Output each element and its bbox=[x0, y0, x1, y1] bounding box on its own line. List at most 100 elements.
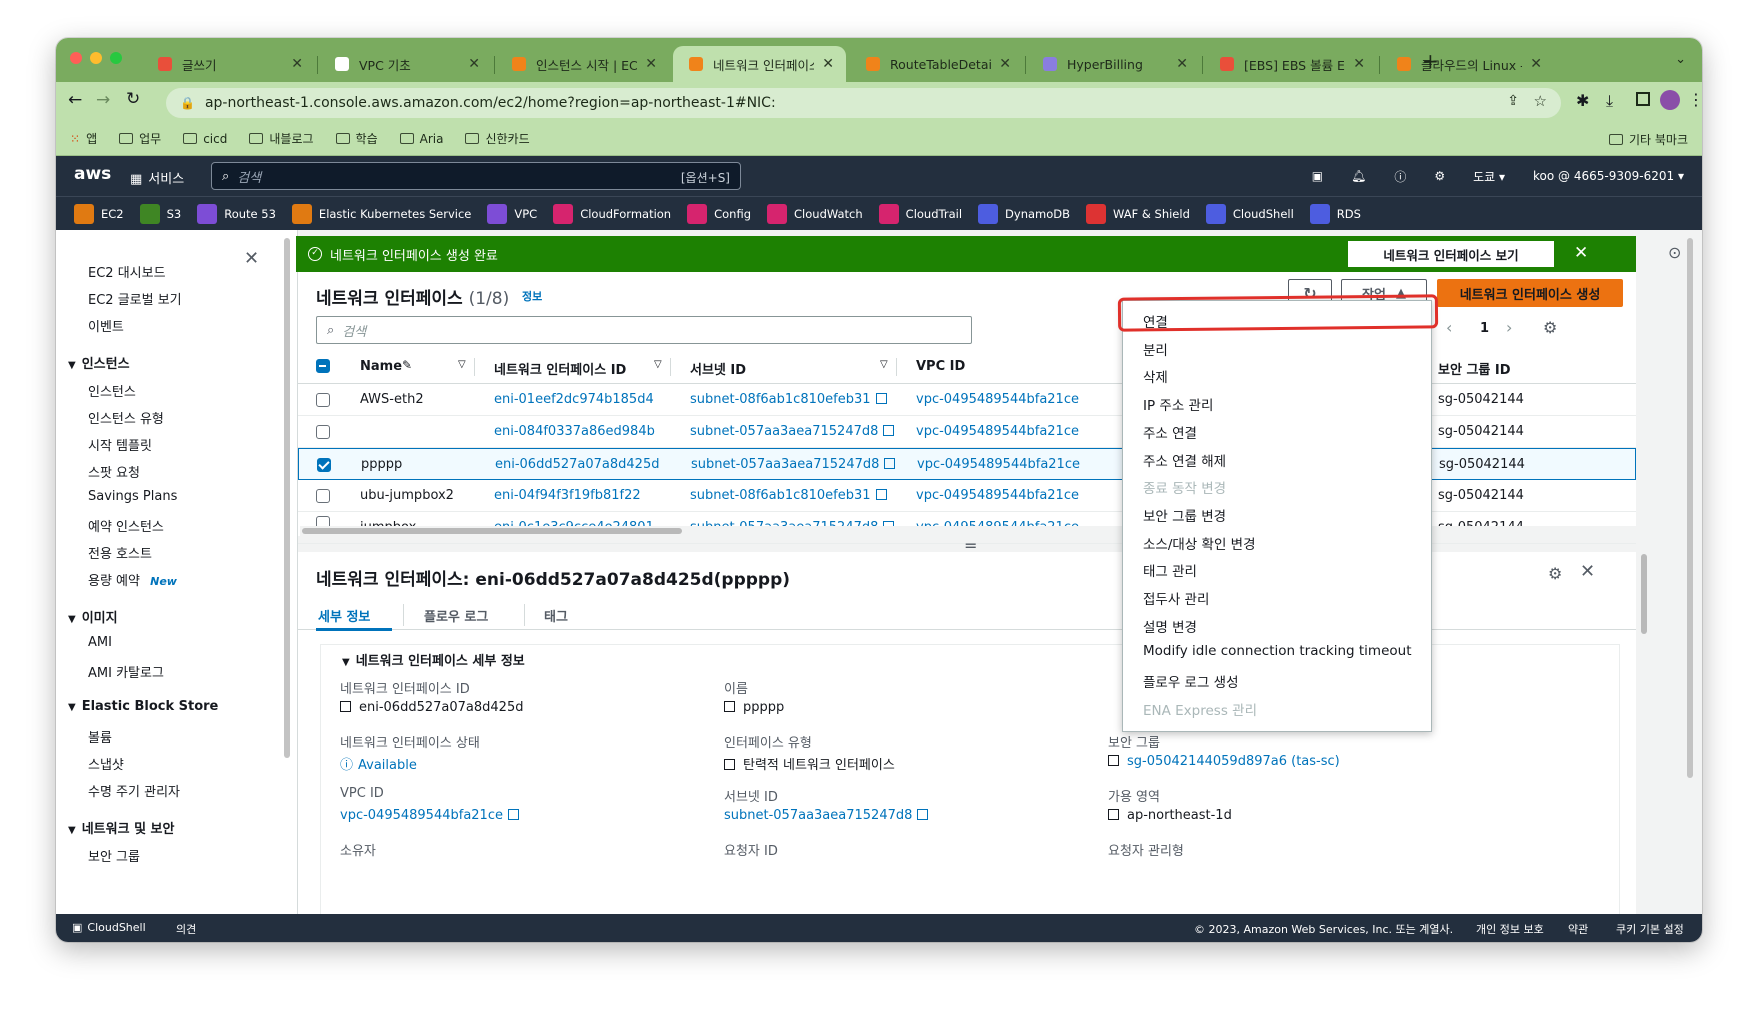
col-eni-id[interactable]: 네트워크 인터페이스 ID bbox=[494, 359, 626, 378]
browser-tab[interactable]: RouteTableDetails | ✕ bbox=[850, 46, 1023, 82]
browser-tab[interactable]: 클라우드의 Linux - A✕ bbox=[1381, 46, 1554, 82]
row-eni-link[interactable]: eni-06dd527a07a8d425d bbox=[495, 457, 659, 472]
info-link[interactable]: 정보 bbox=[522, 288, 542, 304]
service-shortcut[interactable]: Elastic Kubernetes Service bbox=[291, 203, 471, 224]
column-divider[interactable] bbox=[474, 358, 475, 376]
sidebar-item[interactable]: 볼륨 bbox=[88, 727, 112, 746]
sidebar-scrollbar[interactable] bbox=[284, 238, 290, 758]
tab-flow-logs[interactable]: 플로우 로그 bbox=[424, 606, 488, 625]
service-shortcut[interactable]: CloudFormation bbox=[553, 203, 671, 224]
detail-scroll-thumb[interactable] bbox=[1641, 554, 1647, 634]
actions-menu-item[interactable]: 보안 그룹 변경 bbox=[1143, 505, 1226, 525]
actions-menu-item[interactable]: 주소 연결 해제 bbox=[1143, 450, 1226, 470]
actions-menu-item[interactable]: 소스/대상 확인 변경 bbox=[1143, 533, 1256, 553]
sidebar-item[interactable]: 인스턴스 유형 bbox=[88, 408, 164, 427]
row-vpc-link[interactable]: vpc-0495489544bfa21ce bbox=[916, 424, 1079, 439]
sidebar-item[interactable]: 전용 호스트 bbox=[88, 543, 152, 562]
download-icon[interactable]: ⤓ bbox=[1606, 91, 1613, 111]
col-vpc-id[interactable]: VPC ID bbox=[916, 359, 965, 374]
browser-tab[interactable]: [EBS] EBS 볼륨 EC2 ✕ bbox=[1204, 46, 1377, 82]
table-row[interactable]: AWS-eth2 eni-01eef2dc974b185d4 subnet-08f6… bbox=[298, 384, 1636, 416]
tab-list-chevron-icon[interactable]: ⌄ bbox=[1675, 52, 1686, 67]
row-eni-link[interactable]: eni-084f0337a86ed984b bbox=[494, 424, 655, 439]
sidebar-section[interactable]: ▼ 인스턴스 bbox=[68, 353, 130, 372]
actions-menu-item[interactable]: 태그 관리 bbox=[1143, 560, 1197, 580]
actions-menu-item[interactable]: 설명 변경 bbox=[1143, 616, 1197, 636]
actions-menu-item[interactable]: Modify idle connection tracking timeout bbox=[1143, 643, 1412, 659]
actions-menu-item[interactable]: 플로우 로그 생성 bbox=[1143, 671, 1239, 691]
bookmark-item[interactable]: 업무 bbox=[119, 130, 161, 147]
region-selector[interactable]: 도쿄 ▾ bbox=[1473, 168, 1505, 185]
account-menu[interactable]: koo @ 4665-9309-6201 ▾ bbox=[1533, 169, 1684, 183]
dismiss-banner-icon[interactable]: ✕ bbox=[1574, 243, 1588, 263]
bookmark-item[interactable]: 학습 bbox=[335, 130, 378, 147]
footer-terms[interactable]: 약관 bbox=[1568, 921, 1588, 937]
copy-icon[interactable] bbox=[1108, 755, 1119, 766]
close-window-button[interactable] bbox=[70, 52, 82, 64]
footer-privacy[interactable]: 개인 정보 보호 bbox=[1476, 921, 1544, 937]
actions-menu-item[interactable]: 주소 연결 bbox=[1143, 422, 1197, 442]
view-network-interface-button[interactable]: 네트워크 인터페이스 보기 bbox=[1348, 241, 1554, 267]
forward-arrow-icon[interactable]: → bbox=[96, 90, 110, 110]
next-page-icon[interactable]: › bbox=[1506, 318, 1512, 337]
service-shortcut[interactable]: CloudTrail bbox=[878, 203, 962, 224]
back-arrow-icon[interactable]: ← bbox=[68, 90, 82, 110]
sidebar-item[interactable]: Savings Plans bbox=[88, 489, 177, 504]
row-checkbox[interactable] bbox=[316, 393, 330, 407]
close-detail-icon[interactable]: ✕ bbox=[1580, 561, 1595, 582]
bookmark-item[interactable]: ⁙ 앱 bbox=[70, 130, 97, 147]
sort-caret-icon[interactable]: ▽ bbox=[880, 359, 888, 370]
sidebar-item[interactable]: 스냅샷 bbox=[88, 754, 124, 773]
sidebar-item[interactable]: 용량 예약 New bbox=[88, 570, 177, 589]
sort-caret-icon[interactable]: ▽ bbox=[654, 359, 662, 370]
sort-caret-icon[interactable]: ▽ bbox=[458, 359, 466, 370]
more-menu-icon[interactable]: ⋮ bbox=[1688, 90, 1702, 109]
info-panel-icon[interactable]: ⊙ bbox=[1668, 243, 1681, 262]
row-subnet-link[interactable]: subnet-057aa3aea715247d8 bbox=[690, 424, 895, 439]
table-row[interactable]: ubu-jumpbox2 eni-04f94f3f19fb81f22 subnet-… bbox=[298, 480, 1636, 512]
copy-icon[interactable] bbox=[724, 701, 735, 712]
bookmark-item[interactable]: 내블로그 bbox=[249, 130, 314, 147]
other-bookmarks[interactable]: 기타 북마크 bbox=[1608, 131, 1688, 148]
page-scroll-thumb[interactable] bbox=[1687, 238, 1693, 778]
vpc-id-link[interactable]: vpc-0495489544bfa21ce bbox=[340, 808, 519, 823]
sidebar-item[interactable]: 시작 템플릿 bbox=[88, 435, 152, 454]
row-checkbox[interactable] bbox=[316, 425, 330, 439]
row-vpc-link[interactable]: vpc-0495489544bfa21ce bbox=[916, 488, 1079, 503]
footer-cloudshell[interactable]: ▣ CloudShell bbox=[72, 921, 146, 934]
browser-tab[interactable]: 글쓰기 ✕ bbox=[142, 46, 315, 82]
copy-icon[interactable] bbox=[340, 701, 351, 712]
copy-icon[interactable] bbox=[724, 759, 735, 770]
close-tab-icon[interactable]: ✕ bbox=[291, 56, 303, 72]
help-icon[interactable]: ⓘ bbox=[1394, 168, 1406, 185]
service-shortcut[interactable]: CloudWatch bbox=[767, 203, 863, 224]
close-tab-icon[interactable]: ✕ bbox=[1530, 56, 1542, 72]
row-checkbox[interactable] bbox=[316, 489, 330, 503]
actions-menu-item[interactable]: 분리 bbox=[1143, 339, 1168, 359]
table-row[interactable]: eni-084f0337a86ed984b subnet-057aa3aea715… bbox=[298, 416, 1636, 448]
url-bar[interactable]: 🔒 ap-northeast-1.console.aws.amazon.com/… bbox=[166, 88, 1561, 118]
create-network-interface-button[interactable]: 네트워크 인터페이스 생성 bbox=[1437, 279, 1623, 307]
row-checkbox[interactable] bbox=[317, 458, 331, 472]
sidebar-item[interactable]: 스팟 요청 bbox=[88, 462, 140, 481]
sidebar-item[interactable]: 보안 그룹 bbox=[88, 846, 140, 865]
bookmark-star-icon[interactable]: ☆ bbox=[1534, 92, 1547, 110]
service-shortcut[interactable]: WAF & Shield bbox=[1086, 203, 1190, 224]
zoom-window-button[interactable] bbox=[110, 52, 122, 64]
service-shortcut[interactable]: RDS bbox=[1309, 203, 1361, 224]
row-vpc-link[interactable]: vpc-0495489544bfa21ce bbox=[916, 392, 1079, 407]
select-all-checkbox[interactable] bbox=[316, 359, 330, 373]
extensions-icon[interactable]: ✱ bbox=[1576, 91, 1589, 110]
sidebar-section[interactable]: ▼ Elastic Block Store bbox=[68, 699, 218, 714]
sidebar-item[interactable]: EC2 글로벌 보기 bbox=[88, 289, 182, 308]
notifications-bell-icon[interactable]: 🔔︎ bbox=[1351, 169, 1366, 183]
column-divider[interactable] bbox=[670, 358, 671, 376]
new-tab-button[interactable]: + bbox=[1422, 49, 1439, 73]
sidebar-item[interactable]: AMI bbox=[88, 635, 112, 650]
actions-menu-item[interactable]: 삭제 bbox=[1143, 366, 1168, 386]
page-number[interactable]: 1 bbox=[1480, 321, 1489, 336]
service-shortcut[interactable]: VPC bbox=[487, 203, 537, 224]
sidebar-item[interactable]: 수명 주기 관리자 bbox=[88, 781, 180, 800]
row-vpc-link[interactable]: vpc-0495489544bfa21ce bbox=[917, 457, 1080, 472]
minimize-window-button[interactable] bbox=[90, 52, 102, 64]
